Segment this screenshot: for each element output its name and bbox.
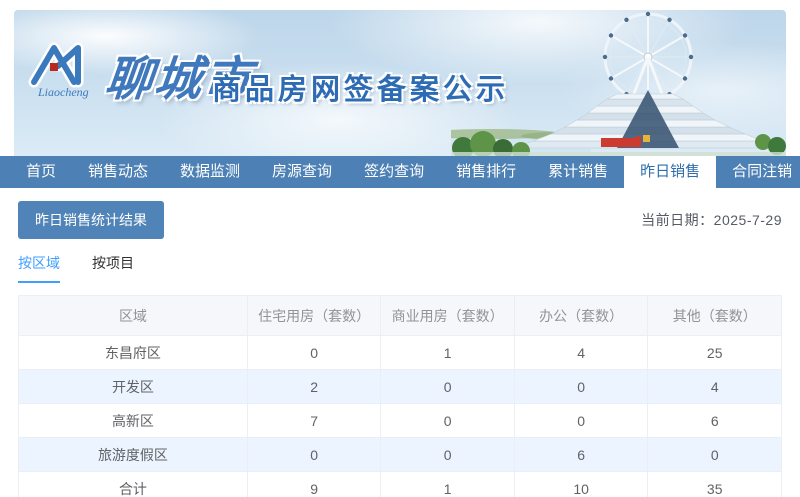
value-cell: 0 — [380, 403, 515, 438]
table-header: 区域 住宅用房（套数） 商业用房（套数） 办公（套数） 其他（套数） — [18, 295, 782, 336]
region-cell: 合计 — [18, 471, 248, 497]
column-header-4: 其他（套数） — [647, 295, 782, 336]
value-cell: 6 — [647, 403, 782, 438]
nav-item-4[interactable]: 签约查询 — [348, 156, 440, 188]
svg-text:Liaocheng: Liaocheng — [37, 85, 89, 99]
value-cell: 0 — [246, 335, 382, 370]
value-cell: 0 — [246, 437, 382, 472]
column-header-0: 区域 — [18, 295, 248, 336]
yesterday-sales-result-button[interactable]: 昨日销售统计结果 — [18, 201, 164, 239]
current-date-value: 2025-7-29 — [713, 212, 782, 228]
value-cell: 0 — [380, 437, 515, 472]
nav-item-5[interactable]: 销售排行 — [440, 156, 532, 188]
main-nav: 首页 销售动态 数据监测 房源查询 签约查询 销售排行 累计销售 昨日销售 合同注销 — [0, 156, 800, 188]
value-cell: 1 — [380, 471, 515, 497]
table-row-1: 开发区 2 0 0 4 — [18, 369, 782, 404]
nav-item-1[interactable]: 销售动态 — [72, 156, 164, 188]
current-date: 当前日期：2025-7-29 — [641, 210, 782, 230]
nav-item-3[interactable]: 房源查询 — [256, 156, 348, 188]
region-cell: 开发区 — [18, 369, 248, 404]
table-row-4: 合计 9 1 10 35 — [18, 471, 782, 497]
column-header-2: 商业用房（套数） — [380, 295, 515, 336]
site-banner: Liaocheng 聊城市 商品房网签备案公示 — [14, 10, 786, 156]
nav-item-2[interactable]: 数据监测 — [164, 156, 256, 188]
table-body: 东昌府区 0 1 4 25 开发区 2 0 0 4 高新区 7 0 0 6 旅游度假区 0 0 6 0 合计 9 1 10 35 — [18, 335, 782, 497]
view-tabs: 按区域 按项目 — [18, 253, 782, 283]
value-cell: 0 — [380, 369, 515, 404]
nav-item-0[interactable]: 首页 — [10, 156, 72, 188]
ferris-wheel-landmark-illustration — [451, 11, 786, 156]
toolbar: 昨日销售统计结果 当前日期：2025-7-29 — [18, 201, 782, 239]
nav-item-8[interactable]: 合同注销 — [716, 156, 800, 188]
current-date-label: 当前日期： — [641, 212, 714, 228]
tab-0[interactable]: 按区域 — [18, 253, 60, 283]
value-cell: 0 — [647, 437, 782, 472]
value-cell: 4 — [647, 369, 782, 404]
value-cell: 2 — [246, 369, 382, 404]
value-cell: 9 — [246, 471, 382, 497]
region-cell: 旅游度假区 — [18, 437, 248, 472]
value-cell: 1 — [380, 335, 515, 370]
content-area: 昨日销售统计结果 当前日期：2025-7-29 按区域 按项目 区域 住宅用房（套数… — [0, 188, 800, 497]
value-cell: 35 — [647, 471, 782, 497]
sales-by-region-table: 区域 住宅用房（套数） 商业用房（套数） 办公（套数） 其他（套数） 东昌府区 0 1 4 25… — [18, 295, 782, 497]
nav-item-7[interactable]: 昨日销售 — [624, 156, 717, 188]
region-cell: 东昌府区 — [18, 335, 248, 370]
value-cell: 10 — [513, 471, 649, 497]
region-cell: 高新区 — [18, 403, 248, 438]
value-cell: 0 — [513, 403, 649, 438]
value-cell: 4 — [513, 335, 649, 370]
column-header-1: 住宅用房（套数） — [246, 295, 382, 336]
value-cell: 6 — [513, 437, 649, 472]
table-row-0: 东昌府区 0 1 4 25 — [18, 335, 782, 370]
table-row-2: 高新区 7 0 0 6 — [18, 403, 782, 438]
nav-item-6[interactable]: 累计销售 — [532, 156, 624, 188]
value-cell: 25 — [647, 335, 782, 370]
value-cell: 0 — [513, 369, 649, 404]
table-row-3: 旅游度假区 0 0 6 0 — [18, 437, 782, 472]
value-cell: 7 — [246, 403, 382, 438]
tab-1[interactable]: 按项目 — [92, 253, 134, 283]
column-header-3: 办公（套数） — [513, 295, 649, 336]
